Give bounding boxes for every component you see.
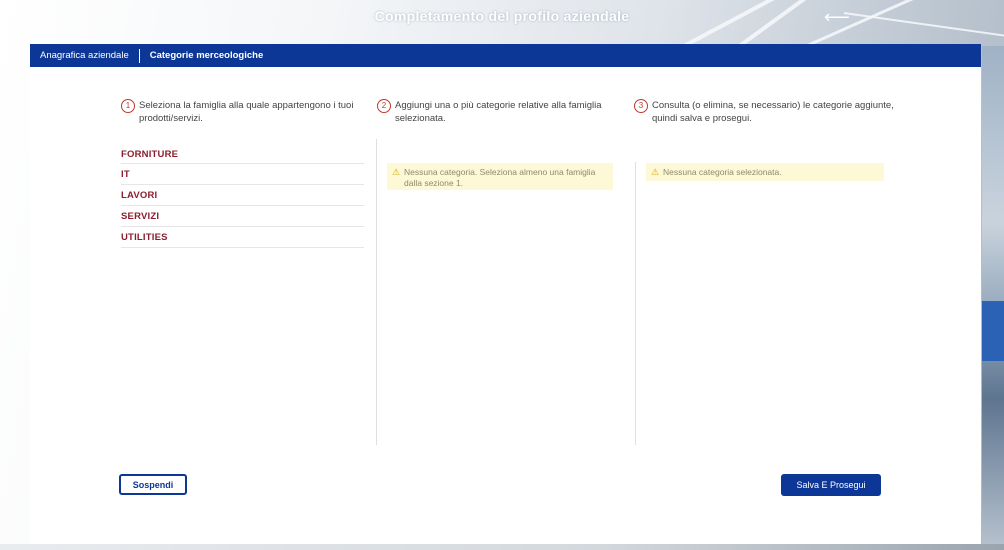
step-2: 2 Aggiungi una o più categorie relative … bbox=[377, 99, 617, 125]
warning-no-category: ⚠ Nessuna categoria. Seleziona almeno un… bbox=[387, 163, 613, 190]
family-list: FORNITURE IT LAVORI SERVIZI UTILITIES bbox=[121, 147, 364, 248]
family-item-forniture[interactable]: FORNITURE bbox=[121, 147, 364, 164]
step-1: 1 Seleziona la famiglia alla quale appar… bbox=[121, 99, 366, 125]
main-panel: 1 Seleziona la famiglia alla quale appar… bbox=[30, 67, 981, 544]
tab-bar: Anagrafica aziendale Categorie merceolog… bbox=[30, 44, 981, 67]
tab-anagrafica-aziendale[interactable]: Anagrafica aziendale bbox=[30, 44, 139, 67]
warning-no-category-text: Nessuna categoria. Seleziona almeno una … bbox=[404, 167, 596, 188]
warning-no-selection: ⚠ Nessuna categoria selezionata. bbox=[646, 163, 884, 181]
step-number-2: 2 bbox=[377, 99, 391, 113]
step-2-text: Aggiungi una o più categorie relative al… bbox=[395, 100, 602, 124]
family-item-servizi[interactable]: SERVIZI bbox=[121, 206, 364, 227]
page-title: Completamento del profilo aziendale bbox=[374, 8, 630, 24]
step-number-3: 3 bbox=[634, 99, 648, 113]
step-3-text: Consulta (o elimina, se necessario) le c… bbox=[652, 100, 894, 124]
suspend-button[interactable]: Sospendi bbox=[119, 474, 187, 495]
step-3: 3 Consulta (o elimina, se necessario) le… bbox=[634, 99, 894, 125]
family-item-lavori[interactable]: LAVORI bbox=[121, 185, 364, 206]
warning-icon: ⚠ bbox=[392, 167, 401, 177]
warning-no-selection-text: Nessuna categoria selezionata. bbox=[663, 167, 782, 177]
family-item-it[interactable]: IT bbox=[121, 164, 364, 185]
warning-icon: ⚠ bbox=[651, 167, 660, 177]
save-and-continue-button[interactable]: Salva E Prosegui bbox=[781, 474, 881, 496]
column-divider-1 bbox=[376, 139, 377, 445]
background-side-strip bbox=[982, 46, 1004, 550]
column-divider-2 bbox=[635, 162, 636, 445]
tab-categorie-merceologiche[interactable]: Categorie merceologiche bbox=[140, 44, 274, 67]
arrow-left-icon[interactable]: ⟵ bbox=[824, 7, 850, 28]
family-item-utilities[interactable]: UTILITIES bbox=[121, 227, 364, 248]
background-bottom-strip bbox=[0, 544, 1004, 550]
step-1-text: Seleziona la famiglia alla quale apparte… bbox=[139, 100, 354, 124]
step-number-1: 1 bbox=[121, 99, 135, 113]
